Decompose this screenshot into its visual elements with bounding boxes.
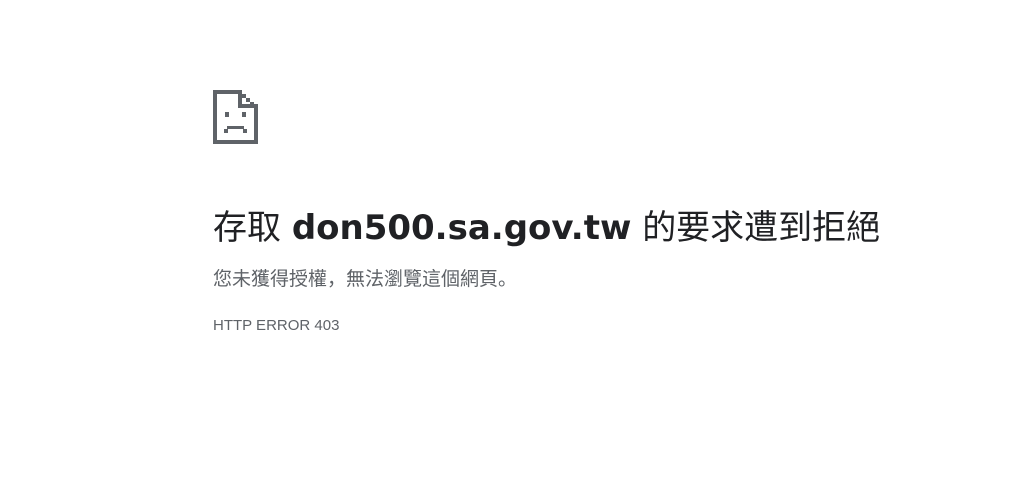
headline-prefix: 存取 xyxy=(213,208,281,248)
blocked-host: don500.sa.gov.tw xyxy=(291,208,632,248)
error-message: 您未獲得授權，無法瀏覽這個網頁。 xyxy=(213,268,518,290)
error-headline: 存取 don500.sa.gov.tw 的要求遭到拒絕 xyxy=(213,206,993,250)
sad-page-icon xyxy=(213,90,258,144)
error-page-content: 存取 don500.sa.gov.tw 的要求遭到拒絕 您未獲得授權，無法瀏覽這… xyxy=(213,90,993,336)
headline-suffix: 的要求遭到拒絕 xyxy=(642,208,881,248)
error-code: HTTP ERROR 403 xyxy=(213,317,340,334)
